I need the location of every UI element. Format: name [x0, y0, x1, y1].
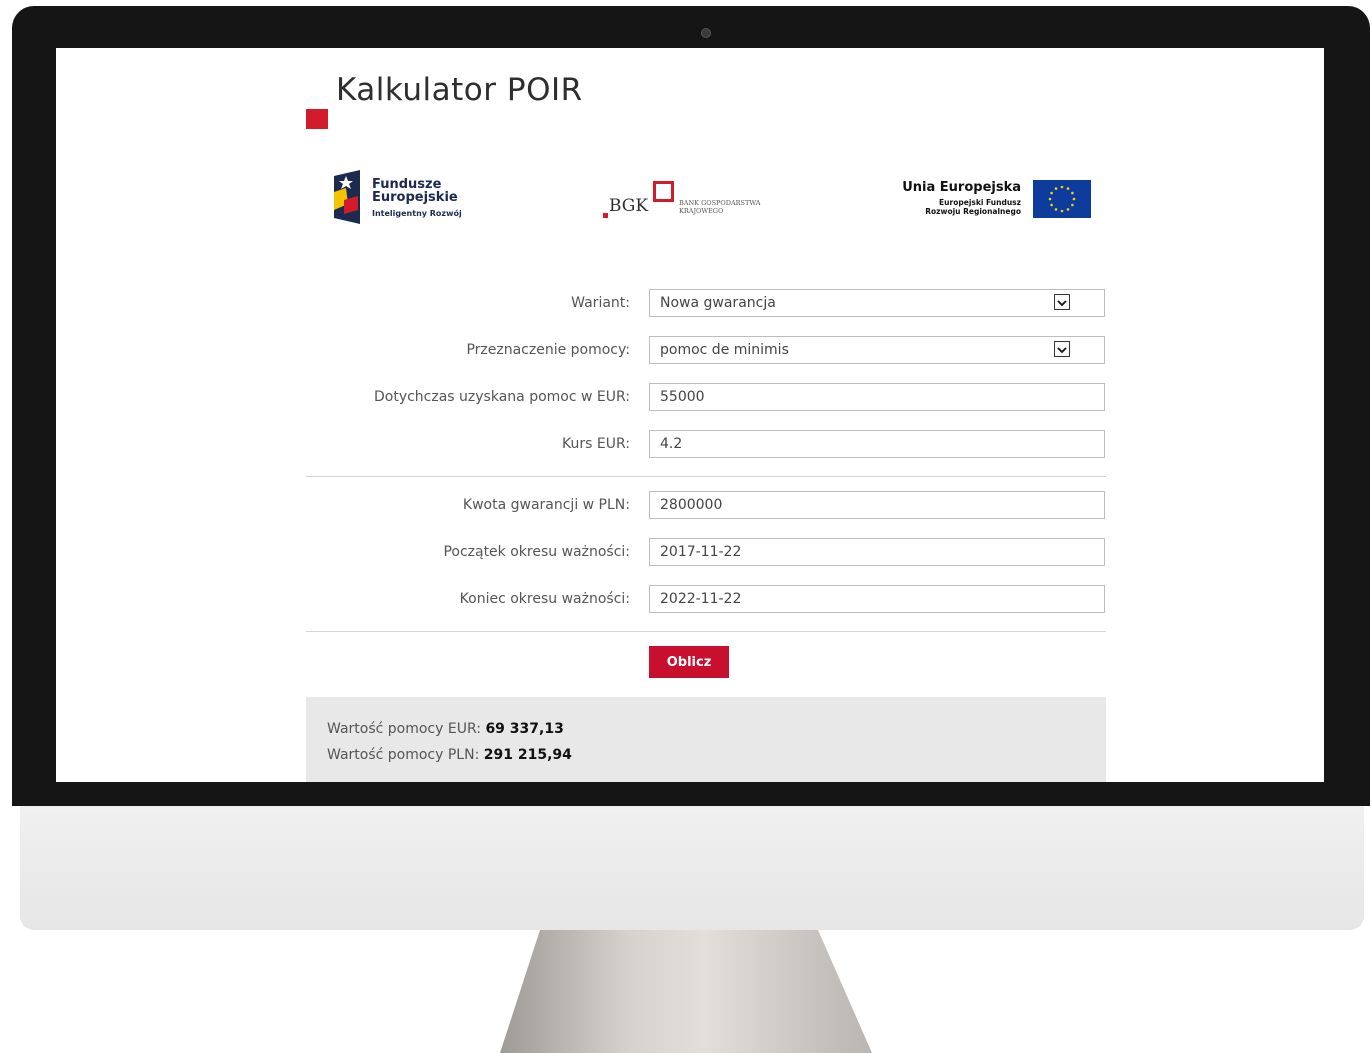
przeznaczenie-label: Przeznaczenie pomocy: — [466, 342, 630, 358]
oblicz-button[interactable]: Oblicz — [649, 646, 729, 678]
bgk-bank-line2: KRAJOWEGO — [679, 207, 724, 215]
przeznaczenie-select[interactable]: pomoc de minimis — [649, 336, 1105, 364]
result-eur-value: 69 337,13 — [485, 721, 564, 737]
result-pln-value: 291 215,94 — [483, 747, 572, 763]
results-panel: Wartość pomocy EUR: 69 337,13 Wartość po… — [306, 697, 1106, 782]
kurs-input[interactable] — [649, 430, 1105, 458]
chevron-down-icon[interactable] — [1054, 341, 1070, 357]
wariant-select[interactable]: Nowa gwarancja — [649, 289, 1105, 317]
result-eur-label: Wartość pomocy EUR: — [327, 721, 481, 737]
divider — [306, 631, 1106, 632]
row-koniec: Koniec okresu ważności: — [56, 585, 1324, 615]
fe-star-flag-icon — [334, 170, 360, 224]
ue-sub-line2: Rozwoju Regionalnego — [925, 207, 1021, 216]
wariant-value: Nowa gwarancja — [660, 295, 776, 311]
row-wariant: Wariant: Nowa gwarancja — [56, 289, 1324, 319]
result-eur: Wartość pomocy EUR: 69 337,13 — [327, 721, 564, 737]
poczatek-input[interactable] — [649, 538, 1105, 566]
ue-title: Unia Europejska — [902, 180, 1021, 195]
divider — [306, 476, 1106, 477]
poczatek-label: Początek okresu ważności: — [443, 544, 630, 560]
row-poczatek: Początek okresu ważności: — [56, 538, 1324, 568]
unia-europejska-logo: Unia Europejska Europejski Fundusz Rozwo… — [902, 178, 1091, 222]
kwota-input[interactable] — [649, 491, 1105, 519]
fe-sub: Inteligentny Rozwój — [372, 209, 462, 218]
camera-icon — [701, 28, 711, 38]
page-title: Kalkulator POIR — [336, 72, 583, 108]
eu-stars-icon — [1048, 185, 1076, 213]
row-pomoc: Dotychczas uzyskana pomoc w EUR: — [56, 383, 1324, 413]
result-pln-label: Wartość pomocy PLN: — [327, 747, 480, 763]
bgk-bank-line1: BANK GOSPODARSTWA — [679, 199, 761, 207]
pomoc-input[interactable] — [649, 383, 1105, 411]
fundusze-europejskie-logo: Fundusze Europejskie Inteligentny Rozwój — [332, 170, 472, 226]
bgk-square-icon — [653, 181, 674, 202]
kwota-label: Kwota gwarancji w PLN: — [462, 497, 630, 513]
screen: Kalkulator POIR Fundusze Europejskie Int… — [56, 48, 1324, 782]
wariant-label: Wariant: — [571, 295, 630, 311]
row-kurs: Kurs EUR: — [56, 430, 1324, 460]
chevron-down-icon[interactable] — [1054, 294, 1070, 310]
bgk-dot — [603, 213, 608, 218]
row-kwota: Kwota gwarancji w PLN: — [56, 491, 1324, 521]
kurs-label: Kurs EUR: — [562, 436, 630, 452]
ue-sub-line1: Europejski Fundusz — [939, 198, 1021, 207]
pomoc-label: Dotychczas uzyskana pomoc w EUR: — [373, 389, 630, 405]
koniec-label: Koniec okresu ważności: — [459, 591, 630, 607]
przeznaczenie-value: pomoc de minimis — [660, 342, 789, 358]
row-przeznaczenie: Przeznaczenie pomocy: pomoc de minimis — [56, 336, 1324, 366]
eu-flag-icon — [1033, 180, 1091, 218]
fe-name-line2: Europejskie — [372, 190, 458, 205]
koniec-input[interactable] — [649, 585, 1105, 613]
monitor-stand — [500, 930, 872, 1053]
title-accent-square — [306, 109, 328, 129]
bgk-text: BGK — [609, 196, 649, 216]
monitor-chin — [20, 806, 1364, 930]
bgk-logo: BGK BANK GOSPODARSTWA KRAJOWEGO — [601, 178, 791, 228]
result-pln: Wartość pomocy PLN: 291 215,94 — [327, 747, 572, 763]
